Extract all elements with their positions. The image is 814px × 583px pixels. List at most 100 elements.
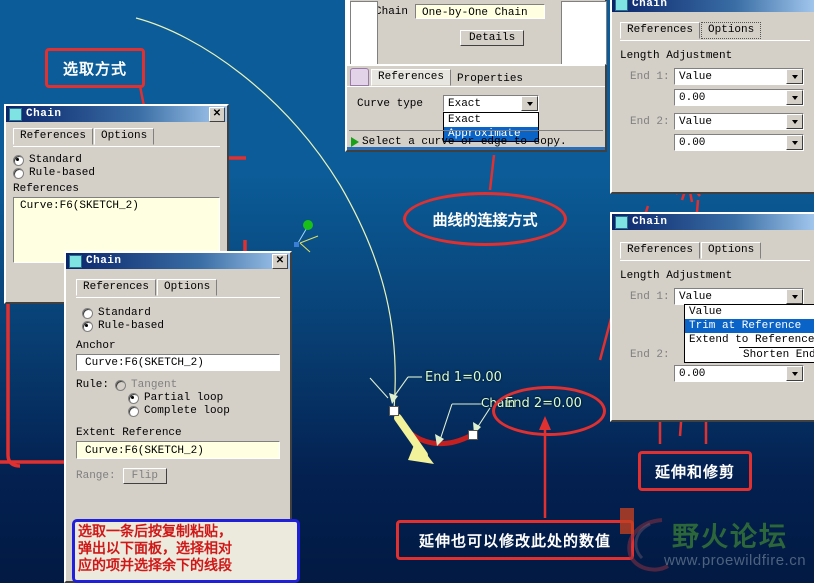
curve-type-combo[interactable]: Exact [443,95,539,112]
flip-button[interactable]: Flip [122,468,168,484]
radio-standard[interactable]: Standard [82,307,280,319]
chevron-down-icon[interactable] [786,289,803,304]
tab-references[interactable]: References [76,279,157,296]
radio-standard-label: Standard [98,307,151,319]
close-icon[interactable]: ✕ [272,253,288,269]
tabrow-chain-left: References Options [13,128,220,145]
tabrow-chain-mid: References Options [76,279,280,296]
length-adjustment-label: Length Adjustment [620,50,733,62]
chevron-down-icon[interactable] [786,366,803,381]
option-value[interactable]: Value [685,305,814,319]
end2-value: 0.00 [679,367,706,380]
chevron-down-icon[interactable] [786,135,803,150]
end2-mode-value: Value [679,115,713,128]
tab-options[interactable]: Options [94,128,155,145]
end1-label: End 1: [630,290,670,303]
end1-mode-value: Value [679,70,713,83]
tab-options[interactable]: Options [701,22,762,39]
option-trim-at-reference[interactable]: Trim at Reference [685,319,814,333]
tab-references[interactable]: References [620,242,701,259]
note-line-1: 选取一条后按复制粘贴， [78,524,232,540]
tab-references[interactable]: References [620,22,701,39]
dialog-chain-bottom-right[interactable]: Chain References Options Length Adjustme… [610,212,814,422]
radio-partial-loop[interactable]: Partial loop [128,392,280,404]
annot-curve-connect-method: 曲线的连接方式 [403,192,567,246]
curve-handle-end2[interactable] [468,430,478,440]
anchor-field[interactable]: Curve:F6(SKETCH_2) [76,354,280,371]
titlebar-chain-mid[interactable]: Chain ✕ [66,253,290,269]
radio-rule-based[interactable]: Rule-based [82,320,280,332]
end2-value: 0.00 [679,136,706,149]
annot-extend-trim-label: 延伸和修剪 [654,462,735,481]
list-item[interactable]: Curve:F6(SKETCH_2) [20,200,216,212]
end2-value-combo[interactable]: 0.00 [674,365,804,382]
radio-complete-loop[interactable]: Complete loop [128,405,280,417]
window-title: Chain [86,255,122,267]
dialog-chain-top-right[interactable]: Chain References Options Length Adjustme… [610,0,814,194]
chevron-down-icon[interactable] [786,114,803,129]
titlebar-chain-top-right[interactable]: Chain [612,0,814,12]
tab-properties[interactable]: Properties [452,72,528,86]
tab-references[interactable]: References [13,128,94,145]
radio-rule-based[interactable]: Rule-based [13,167,220,179]
annot-selection-method: 选取方式 [45,48,145,88]
tab-references[interactable]: References [371,69,452,86]
end1-value: 0.00 [679,91,706,104]
annot-end2-ellipse [492,386,606,436]
dialog-top-center[interactable]: Chain One-by-One Chain Details Reference… [345,0,607,152]
curve-handle-end1[interactable] [389,406,399,416]
references-group-label: References [13,183,80,195]
chain-window-icon [9,107,22,121]
titlebar-chain-left[interactable]: Chain ✕ [6,106,227,122]
end2-label: End 2: [630,115,670,128]
length-adjustment-label: Length Adjustment [620,270,733,282]
end1-value-combo[interactable]: 0.00 [674,89,804,106]
radio-standard-label: Standard [29,154,82,166]
titlebar-chain-bottom-right[interactable]: Chain [612,214,814,230]
radio-rule-based-label: Rule-based [98,320,165,332]
window-title: Chain [632,0,668,10]
chain-field-label: Chain [375,5,409,18]
note-copy-paste: 选取一条后按复制粘贴， 弹出以下面板，选择相对 应的项并选择余下的线段 [72,519,300,583]
chain-value-field[interactable]: One-by-One Chain [415,4,546,19]
annot-extend-trim: 延伸和修剪 [638,451,752,491]
references-tab-icon [350,68,369,86]
window-title: Chain [632,216,668,228]
anchor-value: Curve:F6(SKETCH_2) [85,356,204,369]
details-button[interactable]: Details [460,30,525,46]
close-icon[interactable]: ✕ [209,106,225,122]
radio-rule-based-icon [13,167,24,179]
chevron-down-icon[interactable] [786,90,803,105]
curve-type-label: Curve type [357,98,424,110]
chevron-down-icon[interactable] [521,96,538,111]
rule-label: Rule: [76,379,110,391]
radio-tangent[interactable]: Tangent [115,379,280,391]
radio-complete-loop-label: Complete loop [144,405,230,417]
tabrow-chain-bottom-right: References Options [620,242,810,259]
end2-mode-combo[interactable]: Value [674,113,804,130]
option-extend-to-reference[interactable]: Extend to Reference [685,333,814,347]
radio-standard-icon [13,154,24,166]
tab-options[interactable]: Options [701,242,762,259]
tab-options[interactable]: Options [157,279,218,296]
radio-standard[interactable]: Standard [13,154,220,166]
end1-mode-value: Value [679,290,713,303]
end1-mode-droplist[interactable]: Value Trim at Reference Extend to Refere… [684,304,814,363]
radio-partial-loop-icon [128,392,140,404]
tabrow-chain-top-right: References Options [620,22,810,39]
annot-extend-modify-value: 延伸也可以修改此处的数值 [396,520,634,560]
end1-label: End 1=0.00 [425,370,502,385]
extent-reference-label: Extent Reference [76,427,182,439]
end1-mode-combo[interactable]: Value [674,68,804,85]
end2-value-combo[interactable]: 0.00 [674,134,804,151]
curve-type-value: Exact [448,97,482,110]
option-shorten-end[interactable]: Shorten End [739,347,814,362]
note-line-3: 应的项并选择余下的线段 [78,558,232,574]
extent-reference-listbox[interactable]: Curve:F6(SKETCH_2) [76,441,280,459]
radio-complete-loop-icon [128,405,140,417]
end1-mode-combo[interactable]: Value [674,288,804,305]
chevron-down-icon[interactable] [786,69,803,84]
watermark-url: www.proewildfire.cn [664,552,807,569]
curve-type-option-exact[interactable]: Exact [444,113,538,127]
list-item[interactable]: Curve:F6(SKETCH_2) [85,445,204,457]
